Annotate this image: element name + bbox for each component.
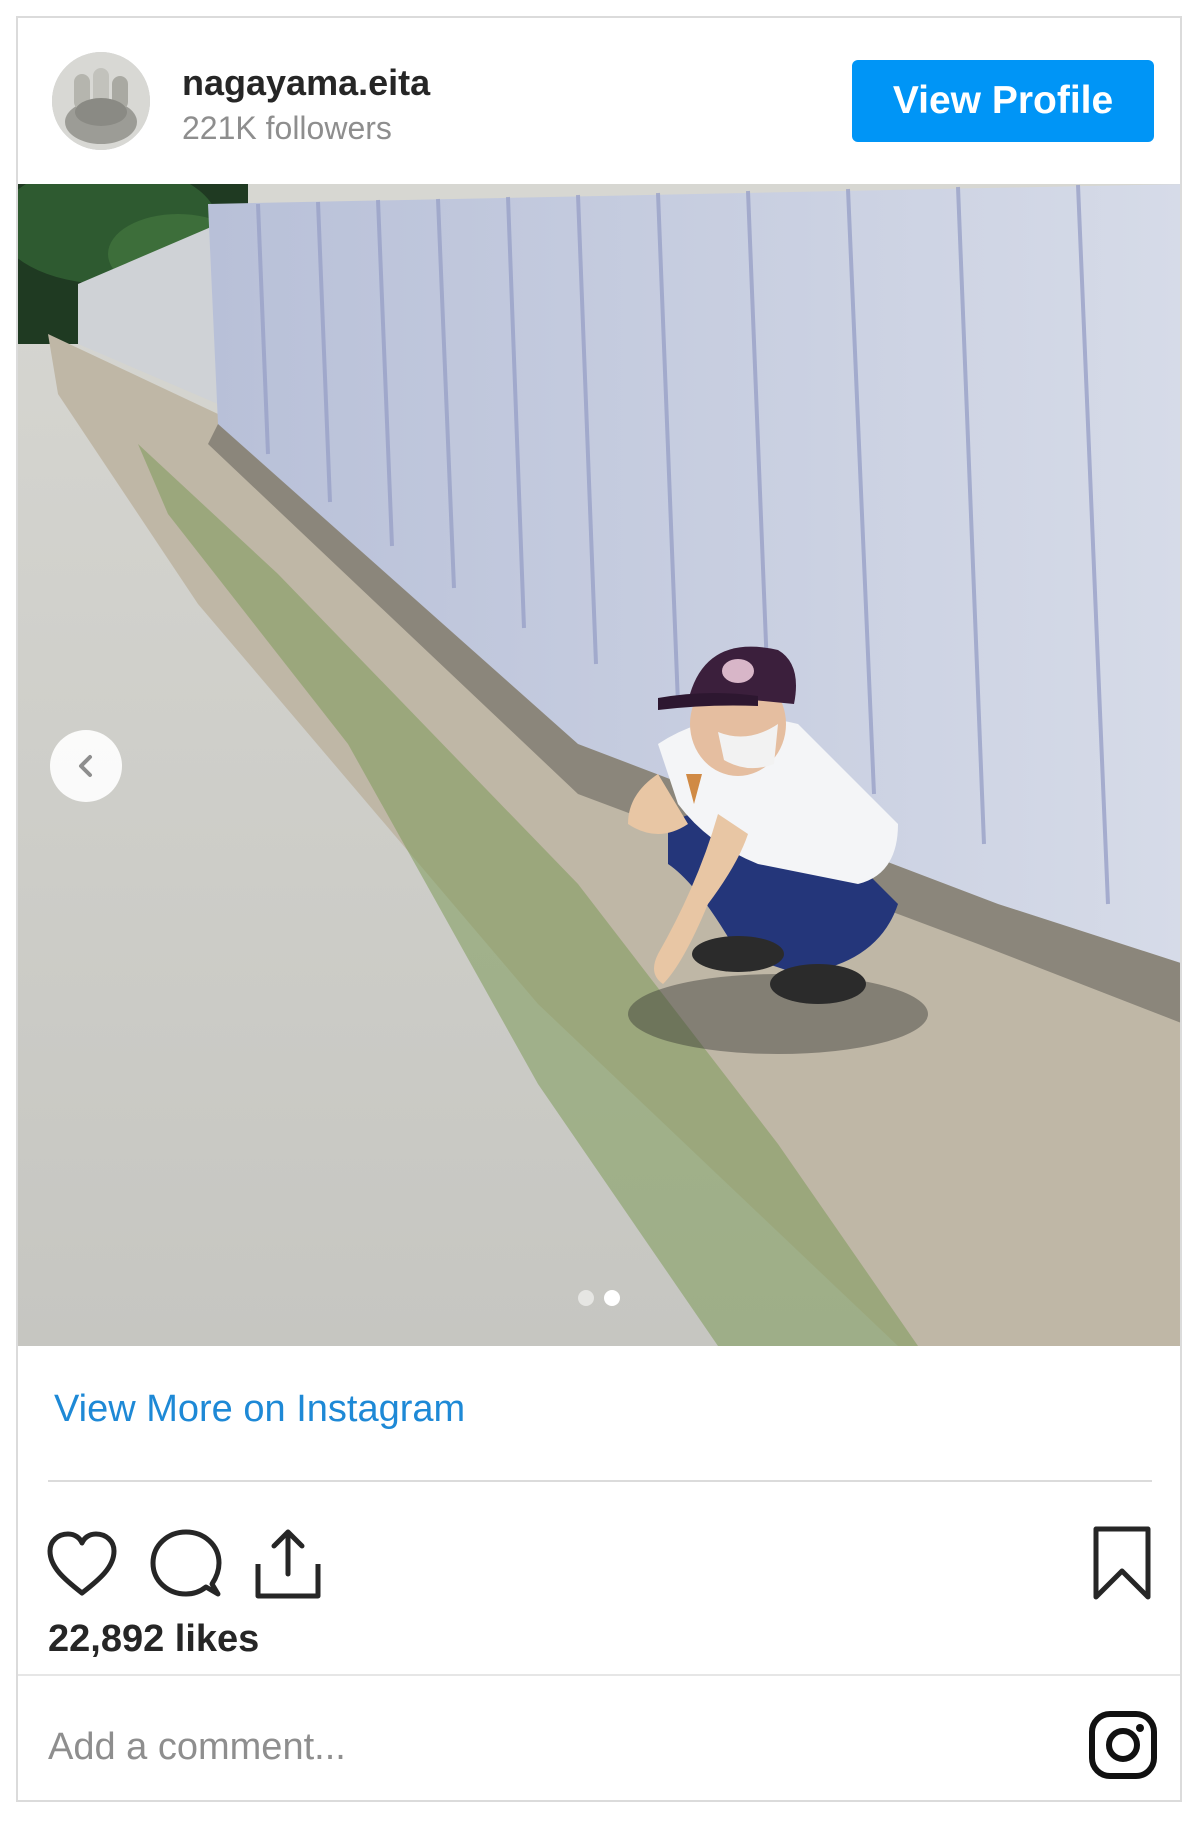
divider xyxy=(48,1480,1152,1482)
chevron-left-icon xyxy=(79,755,92,777)
username[interactable]: nagayama.eita xyxy=(182,62,430,104)
comment-icon xyxy=(150,1529,222,1597)
post-header: nagayama.eita 221K followers View Profil… xyxy=(18,18,1180,184)
bookmark-icon xyxy=(1093,1526,1151,1600)
carousel-indicator xyxy=(578,1290,620,1306)
instagram-icon xyxy=(1089,1711,1157,1779)
save-button[interactable] xyxy=(1082,1524,1162,1604)
comment-bar: Add a comment... xyxy=(18,1674,1180,1800)
like-button[interactable] xyxy=(42,1524,122,1604)
carousel-prev-button[interactable] xyxy=(50,730,122,802)
avatar[interactable] xyxy=(52,52,150,150)
comment-input[interactable]: Add a comment... xyxy=(48,1726,346,1769)
comment-button[interactable] xyxy=(146,1524,226,1604)
view-more-link[interactable]: View More on Instagram xyxy=(54,1388,465,1431)
share-button[interactable] xyxy=(248,1524,328,1604)
carousel-dot xyxy=(578,1290,594,1306)
instagram-embed-card: nagayama.eita 221K followers View Profil… xyxy=(16,16,1182,1802)
instagram-link[interactable] xyxy=(1088,1710,1158,1780)
view-profile-button[interactable]: View Profile xyxy=(852,60,1154,142)
share-icon xyxy=(255,1529,321,1599)
like-count: 22,892 likes xyxy=(48,1618,260,1660)
action-bar xyxy=(18,1498,1180,1608)
carousel-dot-active xyxy=(604,1290,620,1306)
follower-count: 221K followers xyxy=(182,110,392,146)
heart-icon xyxy=(47,1531,117,1596)
post-image[interactable] xyxy=(18,184,1180,1346)
